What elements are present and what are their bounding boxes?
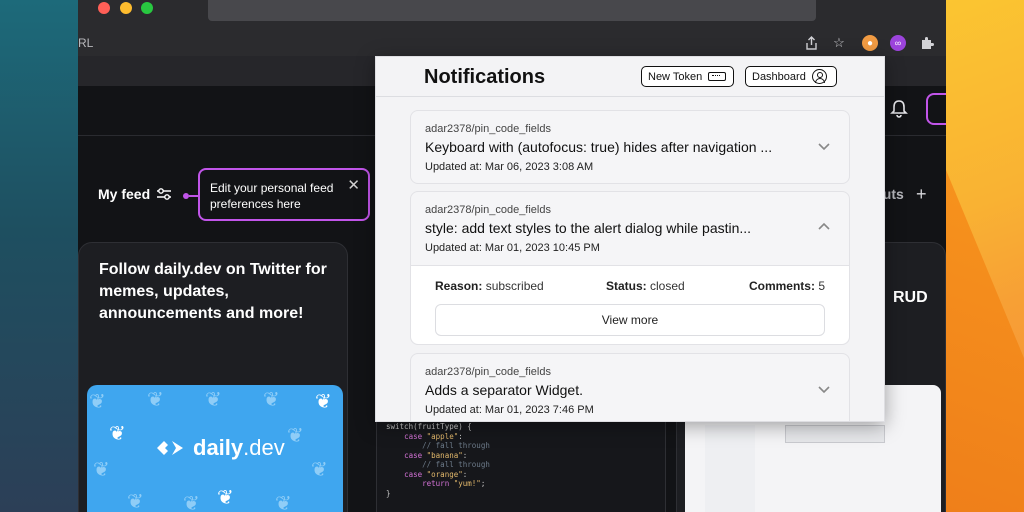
notification-date: Updated at: Mar 01, 2023 7:46 PM xyxy=(425,404,594,416)
twitter-bird-icon: ❦ xyxy=(109,423,126,445)
twitter-bird-icon: ❦ xyxy=(147,389,164,411)
code-line: } xyxy=(386,488,391,498)
twitter-bird-icon: ❦ xyxy=(311,459,328,481)
notification-repo: adar2378/pin_code_fields xyxy=(425,123,551,135)
reason-label: Reason: xyxy=(435,279,483,293)
close-window-button[interactable] xyxy=(98,2,110,14)
status-value: closed xyxy=(650,279,685,293)
close-icon[interactable]: ✕ xyxy=(347,178,360,193)
notification-date: Updated at: Mar 06, 2023 3:08 AM xyxy=(425,161,594,173)
notification-repo: adar2378/pin_code_fields xyxy=(425,366,551,378)
notification-title: Adds a separator Widget. xyxy=(425,382,583,398)
reason-value: subscribed xyxy=(485,279,544,293)
chevron-up-icon[interactable] xyxy=(817,220,831,234)
filter-settings-icon[interactable] xyxy=(156,187,172,201)
new-token-button[interactable]: New Token xyxy=(641,66,734,87)
desktop-wallpaper-left xyxy=(0,0,78,512)
status-field: Status: closed xyxy=(606,279,685,293)
maximize-window-button[interactable] xyxy=(141,2,153,14)
brand-dev: .dev xyxy=(243,435,285,460)
card3-preview-panel xyxy=(785,425,885,443)
code-keyword: case xyxy=(404,450,423,460)
code-string: "orange" xyxy=(426,469,463,479)
code-keyword: case xyxy=(404,469,423,479)
code-string: "banana" xyxy=(426,450,463,460)
status-label: Status: xyxy=(606,279,647,293)
twitter-bird-icon: ❦ xyxy=(93,459,110,481)
address-bar[interactable]: RL ☆ ● ∞ xyxy=(78,30,946,56)
brand-daily: daily xyxy=(193,435,244,460)
view-more-button[interactable]: View more xyxy=(435,304,825,336)
add-shortcut-icon[interactable]: + xyxy=(916,184,927,205)
browser-tab[interactable] xyxy=(208,0,816,21)
code-line: switch(fruitType) { xyxy=(386,422,472,431)
title-bar xyxy=(78,0,946,30)
bell-icon[interactable] xyxy=(888,98,910,120)
bookmark-star-icon[interactable]: ☆ xyxy=(830,34,848,52)
extension-purple-icon[interactable]: ∞ xyxy=(890,35,906,51)
notification-item[interactable]: adar2378/pin_code_fields Adds a separato… xyxy=(410,353,850,421)
my-feed-label: My feed xyxy=(98,186,151,202)
notifications-title: Notifications xyxy=(424,66,546,88)
notifications-header: Notifications New Token Dashboard xyxy=(376,57,884,97)
twitter-promo-card[interactable]: Follow daily.dev on Twitter for memes, u… xyxy=(78,242,348,512)
code-snippet: switch(fruitType) { case "apple": // fal… xyxy=(386,422,490,498)
daily-dev-mark-icon xyxy=(157,441,183,455)
twitter-bird-icon: ❦ xyxy=(217,487,234,509)
new-token-label: New Token xyxy=(648,70,703,83)
code-comment: // fall through xyxy=(422,441,490,450)
url-text[interactable]: RL xyxy=(78,36,93,50)
wallpaper-shard xyxy=(946,170,1024,512)
twitter-bird-icon: ❦ xyxy=(205,389,222,411)
notifications-popup: Notifications New Token Dashboard adar23… xyxy=(375,56,885,422)
notification-summary[interactable]: adar2378/pin_code_fields style: add text… xyxy=(411,192,849,266)
notification-repo: adar2378/pin_code_fields xyxy=(425,204,551,216)
minimize-window-button[interactable] xyxy=(120,2,132,14)
twitter-bird-icon: ❦ xyxy=(315,391,332,413)
code-keyword: return xyxy=(422,479,450,488)
chevron-down-icon[interactable] xyxy=(817,139,831,153)
feed-tooltip: Edit your personal feed preferences here… xyxy=(198,168,370,221)
token-icon xyxy=(708,72,727,81)
twitter-bird-icon: ❦ xyxy=(263,389,280,411)
twitter-promo-image: ❦ ❦ ❦ ❦ ❦ ❦ ❦ ❦ ❦ ❦ ❦ ❦ ❦ daily.dev xyxy=(87,385,343,512)
notification-item-expanded[interactable]: adar2378/pin_code_fields style: add text… xyxy=(410,191,850,345)
twitter-bird-icon: ❦ xyxy=(89,391,106,413)
shortcuts-grid-button[interactable] xyxy=(926,93,946,125)
twitter-bird-icon: ❦ xyxy=(275,493,292,512)
comments-label: Comments: xyxy=(748,279,815,293)
daily-dev-logo: daily.dev xyxy=(153,435,285,461)
dashboard-label: Dashboard xyxy=(752,70,806,83)
desktop-wallpaper-right xyxy=(946,0,1024,512)
user-avatar-icon xyxy=(811,69,827,84)
extensions-puzzle-icon[interactable] xyxy=(918,34,936,52)
twitter-bird-icon: ❦ xyxy=(127,491,144,512)
tooltip-connector xyxy=(189,195,198,197)
twitter-bird-icon: ❦ xyxy=(183,493,200,512)
share-icon[interactable] xyxy=(802,34,820,52)
notification-item[interactable]: adar2378/pin_code_fields Keyboard with (… xyxy=(410,110,850,184)
card3-preview-sidebar xyxy=(705,425,755,512)
notification-title: style: add text styles to the alert dial… xyxy=(425,220,752,236)
card3-title-fragment: RUD xyxy=(893,289,928,306)
twitter-card-title: Follow daily.dev on Twitter for memes, u… xyxy=(99,261,327,322)
reason-field: Reason: subscribed xyxy=(435,279,544,293)
twitter-bird-icon: ❦ xyxy=(287,425,304,447)
code-keyword: case xyxy=(404,431,423,441)
extension-orange-icon[interactable]: ● xyxy=(862,35,878,51)
my-feed-heading[interactable]: My feed xyxy=(98,186,172,202)
chevron-down-icon[interactable] xyxy=(817,382,831,396)
notification-date: Updated at: Mar 01, 2023 10:45 PM xyxy=(425,242,600,254)
notification-details: Reason: subscribed Status: closed Commen… xyxy=(411,266,849,344)
code-comment: // fall through xyxy=(422,460,490,469)
tooltip-text: Edit your personal feed preferences here xyxy=(210,181,334,211)
dashboard-button[interactable]: Dashboard xyxy=(745,66,837,87)
comments-field: Comments: 5 xyxy=(749,279,825,293)
code-string: "yum!" xyxy=(453,479,481,488)
notification-title: Keyboard with (autofocus: true) hides af… xyxy=(425,139,773,155)
comments-value: 5 xyxy=(818,279,825,293)
code-string: "apple" xyxy=(426,431,459,441)
